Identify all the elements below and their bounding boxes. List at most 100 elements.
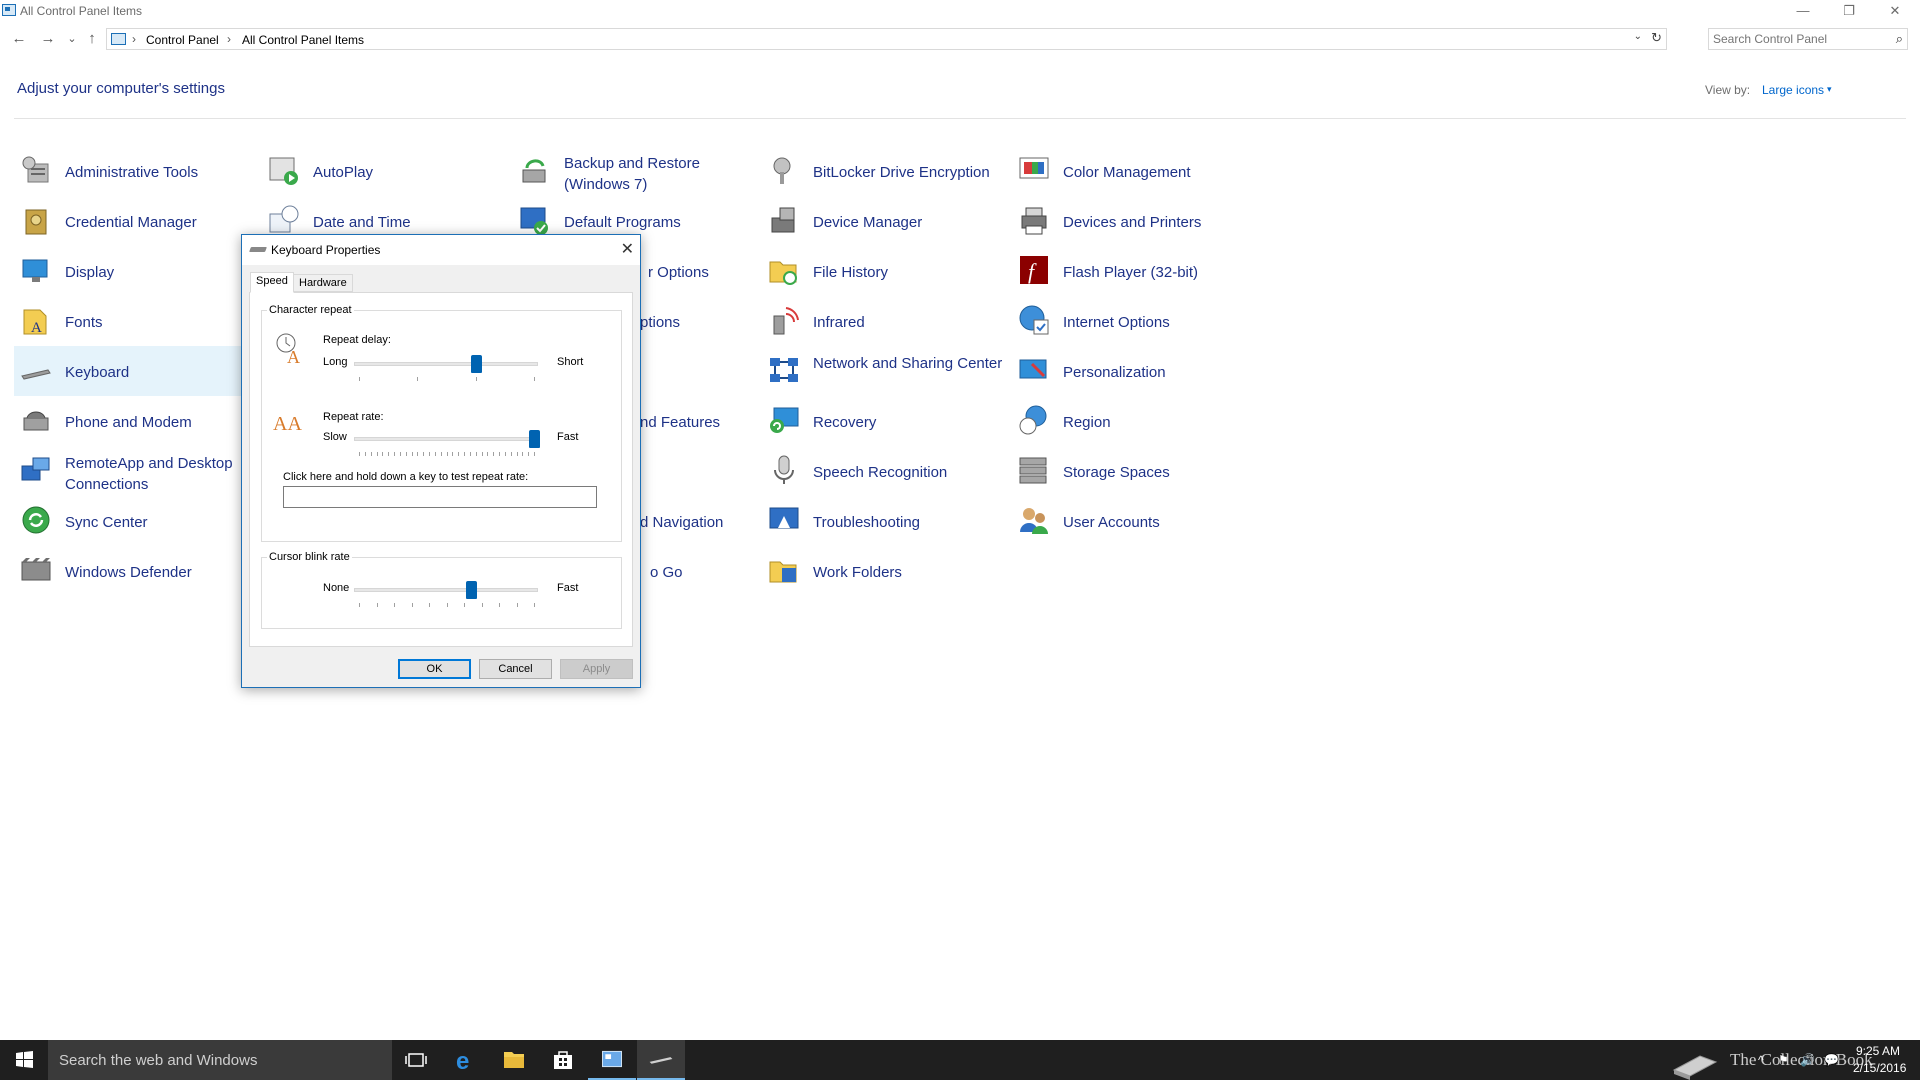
- cursor-blink-max-label: Fast: [557, 582, 579, 594]
- network-sharing-icon: [770, 358, 798, 382]
- dialog-title: Keyboard Properties: [271, 243, 381, 257]
- item-flash-player[interactable]: f Flash Player (32-bit): [1018, 250, 1258, 294]
- volume-icon[interactable]: 🔊: [1800, 1053, 1815, 1067]
- tab-hardware[interactable]: Hardware: [293, 274, 353, 292]
- recent-locations-button[interactable]: ⌄: [61, 26, 83, 52]
- network-icon[interactable]: ⚑: [1778, 1053, 1789, 1067]
- repeat-delay-icon: A: [276, 333, 300, 366]
- slider-tick: [481, 603, 483, 607]
- close-button[interactable]: ✕: [1872, 0, 1918, 22]
- item-region[interactable]: Region: [1018, 400, 1258, 444]
- date-time-icon: [269, 205, 299, 233]
- forward-button[interactable]: →: [37, 26, 59, 52]
- item-phone-and-modem[interactable]: Phone and Modem: [20, 400, 260, 444]
- cancel-button[interactable]: Cancel: [479, 659, 552, 679]
- chevron-down-icon[interactable]: ▾: [1827, 84, 1832, 95]
- breadcrumb-all-items[interactable]: All Control Panel Items: [242, 33, 364, 47]
- slider-tick: [423, 452, 425, 456]
- item-fonts[interactable]: A Fonts: [20, 300, 260, 344]
- taskbar-search-box[interactable]: Search the web and Windows: [48, 1040, 392, 1080]
- minimize-button[interactable]: —: [1780, 0, 1826, 22]
- group-title: Character repeat: [267, 304, 354, 316]
- up-button[interactable]: ↑: [81, 26, 103, 52]
- keyboard-taskbar-icon[interactable]: [637, 1040, 685, 1080]
- item-label: Network and Sharing Center: [813, 355, 1003, 372]
- view-by-dropdown[interactable]: Large icons: [1762, 83, 1824, 97]
- breadcrumb-control-panel[interactable]: Control Panel: [146, 33, 219, 47]
- clock-time[interactable]: 9:25 AM: [1856, 1044, 1900, 1058]
- item-recovery[interactable]: Recovery: [768, 400, 1008, 444]
- address-bar[interactable]: › Control Panel › All Control Panel Item…: [106, 28, 1667, 50]
- item-label: Display: [65, 264, 115, 281]
- item-user-accounts[interactable]: User Accounts: [1018, 500, 1258, 544]
- item-device-manager[interactable]: Device Manager: [768, 200, 1008, 244]
- clock-date[interactable]: 2/15/2016: [1853, 1061, 1906, 1075]
- search-box[interactable]: ⌕: [1708, 28, 1908, 50]
- dialog-close-button[interactable]: ✕: [621, 239, 634, 259]
- item-keyboard[interactable]: Keyboard: [14, 346, 260, 396]
- item-backup-and-restore[interactable]: Backup and Restore (Windows 7): [519, 150, 759, 194]
- item-bitlocker[interactable]: BitLocker Drive Encryption: [768, 150, 1008, 194]
- svg-text:e: e: [456, 1048, 469, 1075]
- character-repeat-group: Character repeat A Repeat delay: Long Sh…: [261, 304, 622, 542]
- search-input[interactable]: [1713, 31, 1883, 47]
- storage-spaces-icon: [1019, 457, 1047, 484]
- tab-speed[interactable]: Speed: [250, 272, 294, 293]
- dialog-title-bar: Keyboard Properties ✕: [242, 235, 640, 265]
- item-label: Default Programs: [564, 214, 681, 231]
- apply-button[interactable]: Apply: [560, 659, 633, 679]
- item-speech-recognition[interactable]: Speech Recognition: [768, 450, 1008, 494]
- test-repeat-label: Click here and hold down a key to test r…: [283, 471, 529, 483]
- ok-button[interactable]: OK: [398, 659, 471, 679]
- group-title: Cursor blink rate: [267, 551, 352, 563]
- start-button[interactable]: [0, 1040, 48, 1080]
- restore-button[interactable]: ❐: [1826, 0, 1872, 22]
- slider-tick: [417, 377, 419, 381]
- item-infrared[interactable]: Infrared: [768, 300, 1008, 344]
- item-file-history[interactable]: File History: [768, 250, 1008, 294]
- item-autoplay[interactable]: AutoPlay: [268, 150, 508, 194]
- item-remoteapp[interactable]: RemoteApp and Desktop Connections: [20, 450, 260, 494]
- file-explorer-icon[interactable]: [490, 1040, 538, 1080]
- store-icon[interactable]: [539, 1040, 587, 1080]
- keyboard-icon: [249, 247, 267, 252]
- item-sync-center[interactable]: Sync Center: [20, 500, 260, 544]
- item-administrative-tools[interactable]: Administrative Tools: [20, 150, 260, 194]
- repeat-delay-track[interactable]: [354, 362, 538, 366]
- repeat-rate-label: Repeat rate:: [323, 411, 384, 423]
- chevron-down-icon[interactable]: ⌄: [1634, 31, 1642, 42]
- cursor-blink-slider-thumb[interactable]: [466, 581, 477, 599]
- edge-icon[interactable]: e: [441, 1040, 489, 1080]
- task-view-icon[interactable]: [392, 1040, 440, 1080]
- slider-tick: [534, 452, 535, 456]
- repeat-rate-slider-thumb[interactable]: [529, 430, 540, 448]
- item-display[interactable]: Display: [20, 250, 260, 294]
- control-panel-taskbar-icon[interactable]: [588, 1040, 636, 1080]
- breadcrumb-separator: ›: [227, 32, 231, 46]
- item-troubleshooting[interactable]: Troubleshooting: [768, 500, 1008, 544]
- action-center-icon[interactable]: 💬: [1824, 1053, 1839, 1067]
- item-storage-spaces[interactable]: Storage Spaces: [1018, 450, 1258, 494]
- repeat-delay-slider-thumb[interactable]: [471, 355, 483, 373]
- show-hidden-icons-icon[interactable]: ^: [1758, 1053, 1764, 1067]
- windows-defender-icon: [21, 558, 51, 581]
- item-personalization[interactable]: Personalization: [1018, 350, 1258, 394]
- item-windows-defender[interactable]: Windows Defender: [20, 550, 260, 594]
- test-repeat-input[interactable]: [283, 486, 597, 508]
- slider-tick: [382, 452, 384, 456]
- refresh-icon[interactable]: ↻: [1651, 30, 1662, 46]
- cursor-blink-track[interactable]: [354, 588, 538, 592]
- item-work-folders[interactable]: Work Folders: [768, 550, 1008, 594]
- repeat-rate-track[interactable]: [354, 437, 538, 441]
- slider-tick: [399, 452, 401, 456]
- svg-text:A: A: [287, 347, 300, 366]
- slider-tick: [411, 452, 413, 456]
- slider-tick: [364, 452, 366, 456]
- item-internet-options[interactable]: Internet Options: [1018, 300, 1258, 344]
- item-credential-manager[interactable]: Credential Manager: [20, 200, 260, 244]
- item-network-sharing[interactable]: Network and Sharing Center: [768, 350, 1008, 394]
- search-icon[interactable]: ⌕: [1896, 31, 1903, 47]
- item-devices-and-printers[interactable]: Devices and Printers: [1018, 200, 1258, 244]
- back-button[interactable]: ←: [8, 26, 30, 52]
- item-color-management[interactable]: Color Management: [1018, 150, 1258, 194]
